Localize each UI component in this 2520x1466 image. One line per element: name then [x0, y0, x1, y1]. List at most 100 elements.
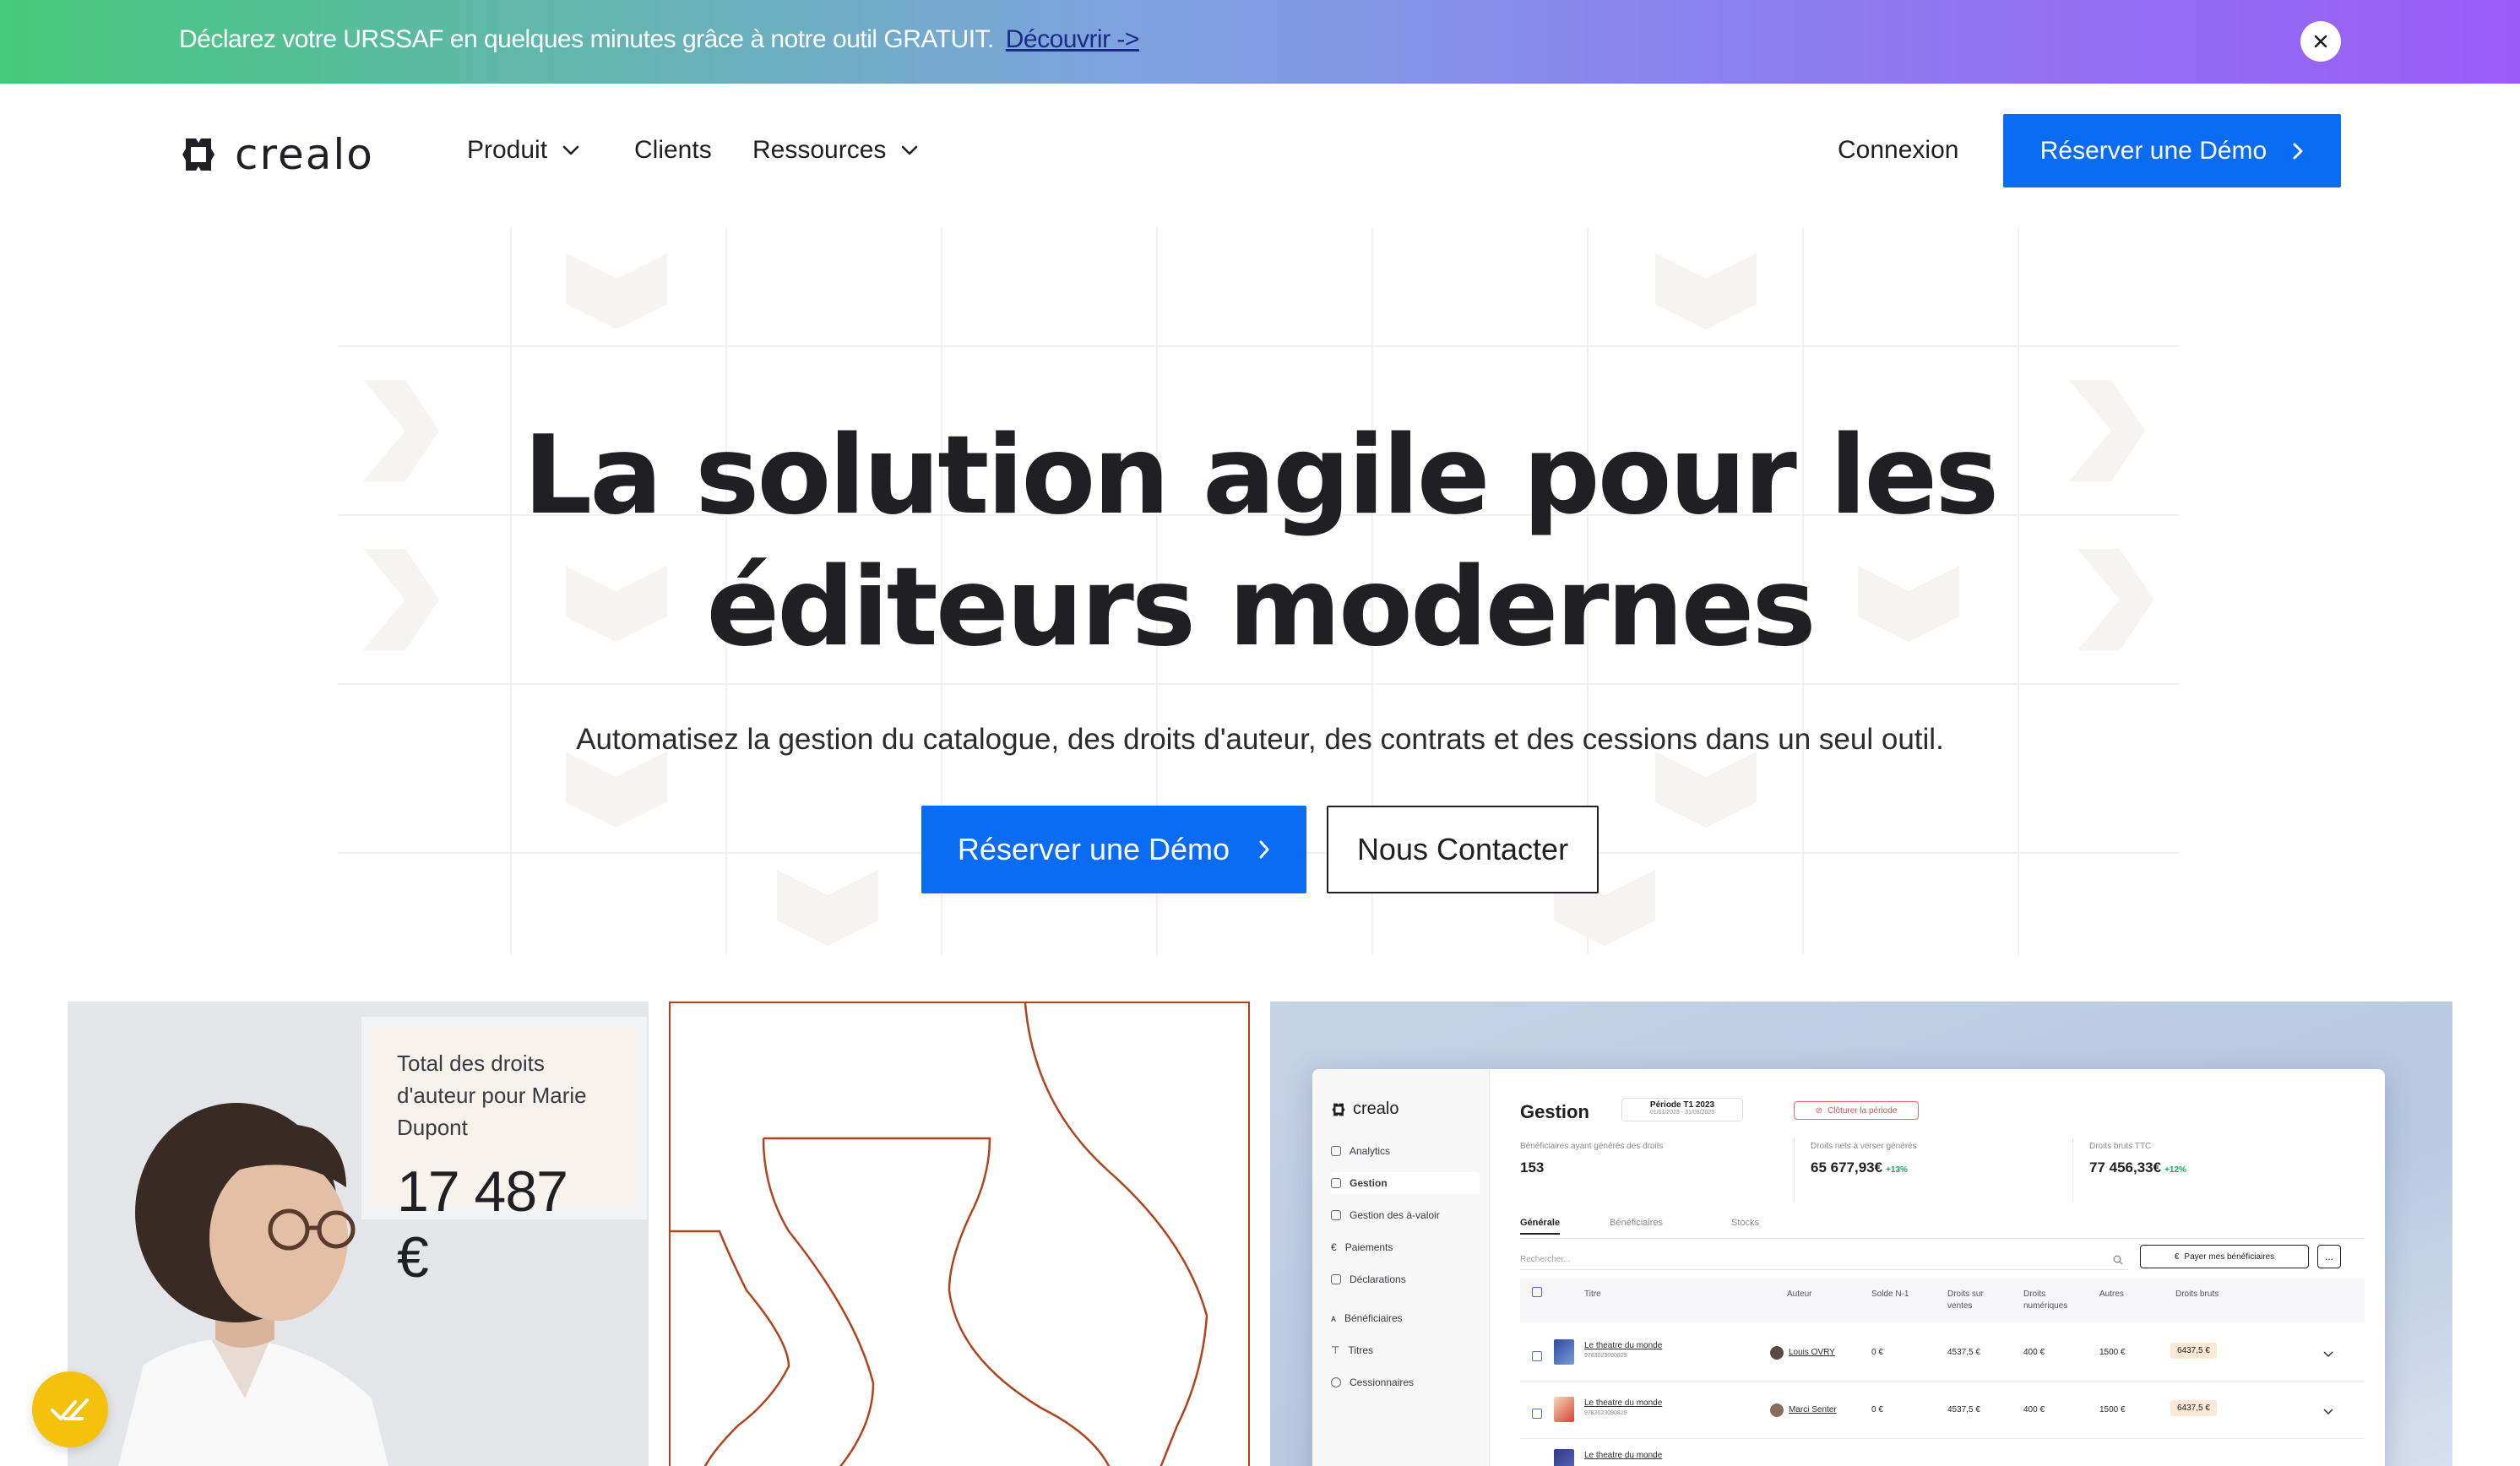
- history-icon: [1331, 1377, 1341, 1387]
- kpi-beneficiaires: Bénéficiaires ayant générés des droits 1…: [1520, 1142, 1773, 1201]
- kpi-divider: [2072, 1138, 2073, 1203]
- hero-demo-button[interactable]: Réserver une Démo: [921, 806, 1306, 893]
- search-icon: [2113, 1255, 2123, 1265]
- hero-title-line2: éditeurs modernes: [706, 545, 1816, 671]
- sidebar-item-paiements[interactable]: € Paiements: [1331, 1236, 1480, 1258]
- promo-text: Déclarez votre URSSAF en quelques minute…: [179, 25, 1139, 54]
- row-title[interactable]: Le theatre du monde: [1584, 1341, 1662, 1350]
- nav-item-produit[interactable]: Produit: [467, 136, 579, 165]
- column-header: Titre: [1584, 1290, 1601, 1299]
- person-icon: ᴀ: [1331, 1312, 1336, 1324]
- contact-button[interactable]: Nous Contacter: [1327, 806, 1599, 893]
- gestion-icon: [1331, 1178, 1341, 1188]
- column-header: Droits bruts: [2175, 1290, 2219, 1299]
- analytics-icon: [1331, 1146, 1341, 1156]
- logo-text: crealo: [235, 130, 374, 179]
- row-checkbox[interactable]: [1532, 1351, 1542, 1361]
- column-header: Droits numériques: [2023, 1290, 2068, 1311]
- row-title[interactable]: Le theatre du monde: [1584, 1451, 1662, 1460]
- tab-stocks[interactable]: Stocks: [1731, 1218, 1759, 1228]
- euro-icon: €: [2174, 1252, 2180, 1262]
- promo-link[interactable]: Découvrir ->: [1006, 25, 1140, 53]
- row-isbn: 9783023090829: [1584, 1410, 1627, 1416]
- sidebar-item-label: Gestion: [1350, 1177, 1388, 1189]
- sidebar-item-titres[interactable]: ⊤ Titres: [1331, 1339, 1480, 1361]
- search-placeholder: Rechercher...: [1520, 1255, 1571, 1264]
- sidebar-item-label: Bénéficiaires: [1344, 1312, 1403, 1324]
- close-period-button[interactable]: ⊘ Clôturer la période: [1794, 1101, 1919, 1120]
- double-check-icon: [51, 1398, 89, 1420]
- row-bruts: 6437,5 €: [2170, 1400, 2217, 1416]
- book-cover-image: [1554, 1449, 1574, 1466]
- kpi-droits-bruts: Droits bruts TTC 77 456,33€ +12%: [2089, 1142, 2343, 1201]
- pay-beneficiaries-button[interactable]: € Payer mes bénéficiaires: [2140, 1245, 2309, 1268]
- chevron-right-icon: [1259, 840, 1269, 859]
- nav-item-ressources[interactable]: Ressources: [752, 136, 918, 165]
- nav-demo-button[interactable]: Réserver une Démo: [2003, 114, 2341, 187]
- sidebar-item-label: Titres: [1348, 1344, 1374, 1356]
- table-row[interactable]: Le theatre du monde 9783023090829 Louis …: [1520, 1326, 2365, 1382]
- row-author[interactable]: Marci Senter: [1789, 1405, 1837, 1414]
- sidebar-item-label: Cessionnaires: [1350, 1376, 1415, 1388]
- chevron-down-icon: [902, 145, 918, 155]
- table-header: Titre Auteur Solde N-1 Droits sur ventes…: [1520, 1279, 2365, 1322]
- crealo-logo-icon: [182, 138, 215, 171]
- kpi-value: 77 456,33€: [2089, 1159, 2162, 1176]
- euro-icon: €: [1331, 1241, 1337, 1253]
- nav-demo-label: Réserver une Démo: [2039, 136, 2267, 165]
- period-selector[interactable]: Période T1 2023 01/01/2023 - 31/03/2023: [1621, 1098, 1743, 1121]
- sidebar-item-label: Gestion des à-valoir: [1350, 1209, 1440, 1221]
- nav-item-label: Produit: [467, 136, 548, 164]
- table-row[interactable]: Le theatre du monde: [1520, 1441, 2365, 1466]
- sidebar-item-beneficiaires[interactable]: ᴀ Bénéficiaires: [1331, 1307, 1480, 1329]
- app-main: Gestion Période T1 2023 01/01/2023 - 31/…: [1490, 1069, 2385, 1466]
- sidebar-item-label: Paiements: [1344, 1241, 1393, 1253]
- promo-banner: Déclarez votre URSSAF en quelques minute…: [0, 0, 2520, 84]
- select-all-checkbox[interactable]: [1532, 1287, 1542, 1297]
- column-header: Droits sur ventes: [1947, 1290, 1984, 1311]
- chevron-down-icon[interactable]: [2322, 1351, 2334, 1358]
- row-title[interactable]: Le theatre du monde: [1584, 1398, 1662, 1408]
- login-link[interactable]: Connexion: [1838, 136, 1958, 165]
- more-options-button[interactable]: ...: [2317, 1245, 2341, 1268]
- kpi-value: 65 677,93€: [1811, 1159, 1883, 1176]
- logo[interactable]: crealo: [179, 130, 374, 179]
- row-author[interactable]: Louis OVRY: [1789, 1348, 1835, 1357]
- sidebar-item-cessionnaires[interactable]: Cessionnaires: [1331, 1371, 1480, 1393]
- column-header: Solde N-1: [1871, 1290, 1909, 1299]
- kpi-label: Droits bruts TTC: [2089, 1142, 2152, 1151]
- tab-generale[interactable]: Générale: [1520, 1218, 1561, 1235]
- chevron-down-icon[interactable]: [2322, 1409, 2334, 1415]
- main-nav: crealo Produit Clients Ressources Connex…: [0, 84, 2520, 219]
- nav-item-label: Ressources: [752, 136, 887, 164]
- title-icon: ⊤: [1331, 1344, 1340, 1356]
- row-numeriques: 400 €: [2023, 1405, 2045, 1414]
- app-sidebar: crealo Analytics Gestion Gestion des à-v…: [1312, 1069, 1490, 1466]
- nav-item-clients[interactable]: Clients: [634, 136, 712, 165]
- brand-shape-panel: [669, 1002, 1250, 1466]
- period-label: Période T1 2023: [1649, 1100, 1715, 1110]
- sidebar-item-gestion[interactable]: Gestion: [1331, 1172, 1480, 1194]
- floating-check-badge[interactable]: [32, 1371, 108, 1447]
- search-input[interactable]: Rechercher...: [1520, 1250, 2128, 1270]
- kpi-label: Bénéficiaires ayant générés des droits: [1520, 1142, 1664, 1151]
- row-solde: 0 €: [1871, 1348, 1883, 1357]
- sidebar-item-a-valoir[interactable]: Gestion des à-valoir: [1331, 1204, 1480, 1226]
- calendar-icon: [1331, 1210, 1341, 1220]
- row-numeriques: 400 €: [2023, 1348, 2045, 1357]
- table-row[interactable]: Le theatre du monde 9783023090829 Marci …: [1520, 1383, 2365, 1439]
- tab-beneficiaires[interactable]: Bénéficiaires: [1610, 1218, 1663, 1228]
- row-autres: 1500 €: [2099, 1405, 2126, 1414]
- sidebar-item-analytics[interactable]: Analytics: [1331, 1140, 1480, 1162]
- app-preview-panel: crealo Analytics Gestion Gestion des à-v…: [1270, 1002, 2452, 1466]
- promo-close-button[interactable]: [2300, 21, 2341, 62]
- promo-message: Déclarez votre URSSAF en quelques minute…: [179, 25, 994, 53]
- avatar: [1770, 1404, 1784, 1417]
- hero-title: La solution agile pour les éditeurs mode…: [0, 410, 2520, 674]
- chevron-down-icon: [562, 145, 579, 155]
- hero-demo-label: Réserver une Démo: [957, 832, 1230, 866]
- row-checkbox[interactable]: [1532, 1409, 1542, 1419]
- app-logo-text: crealo: [1353, 1100, 1399, 1118]
- sidebar-item-declarations[interactable]: Déclarations: [1331, 1268, 1480, 1290]
- document-icon: [1331, 1274, 1341, 1284]
